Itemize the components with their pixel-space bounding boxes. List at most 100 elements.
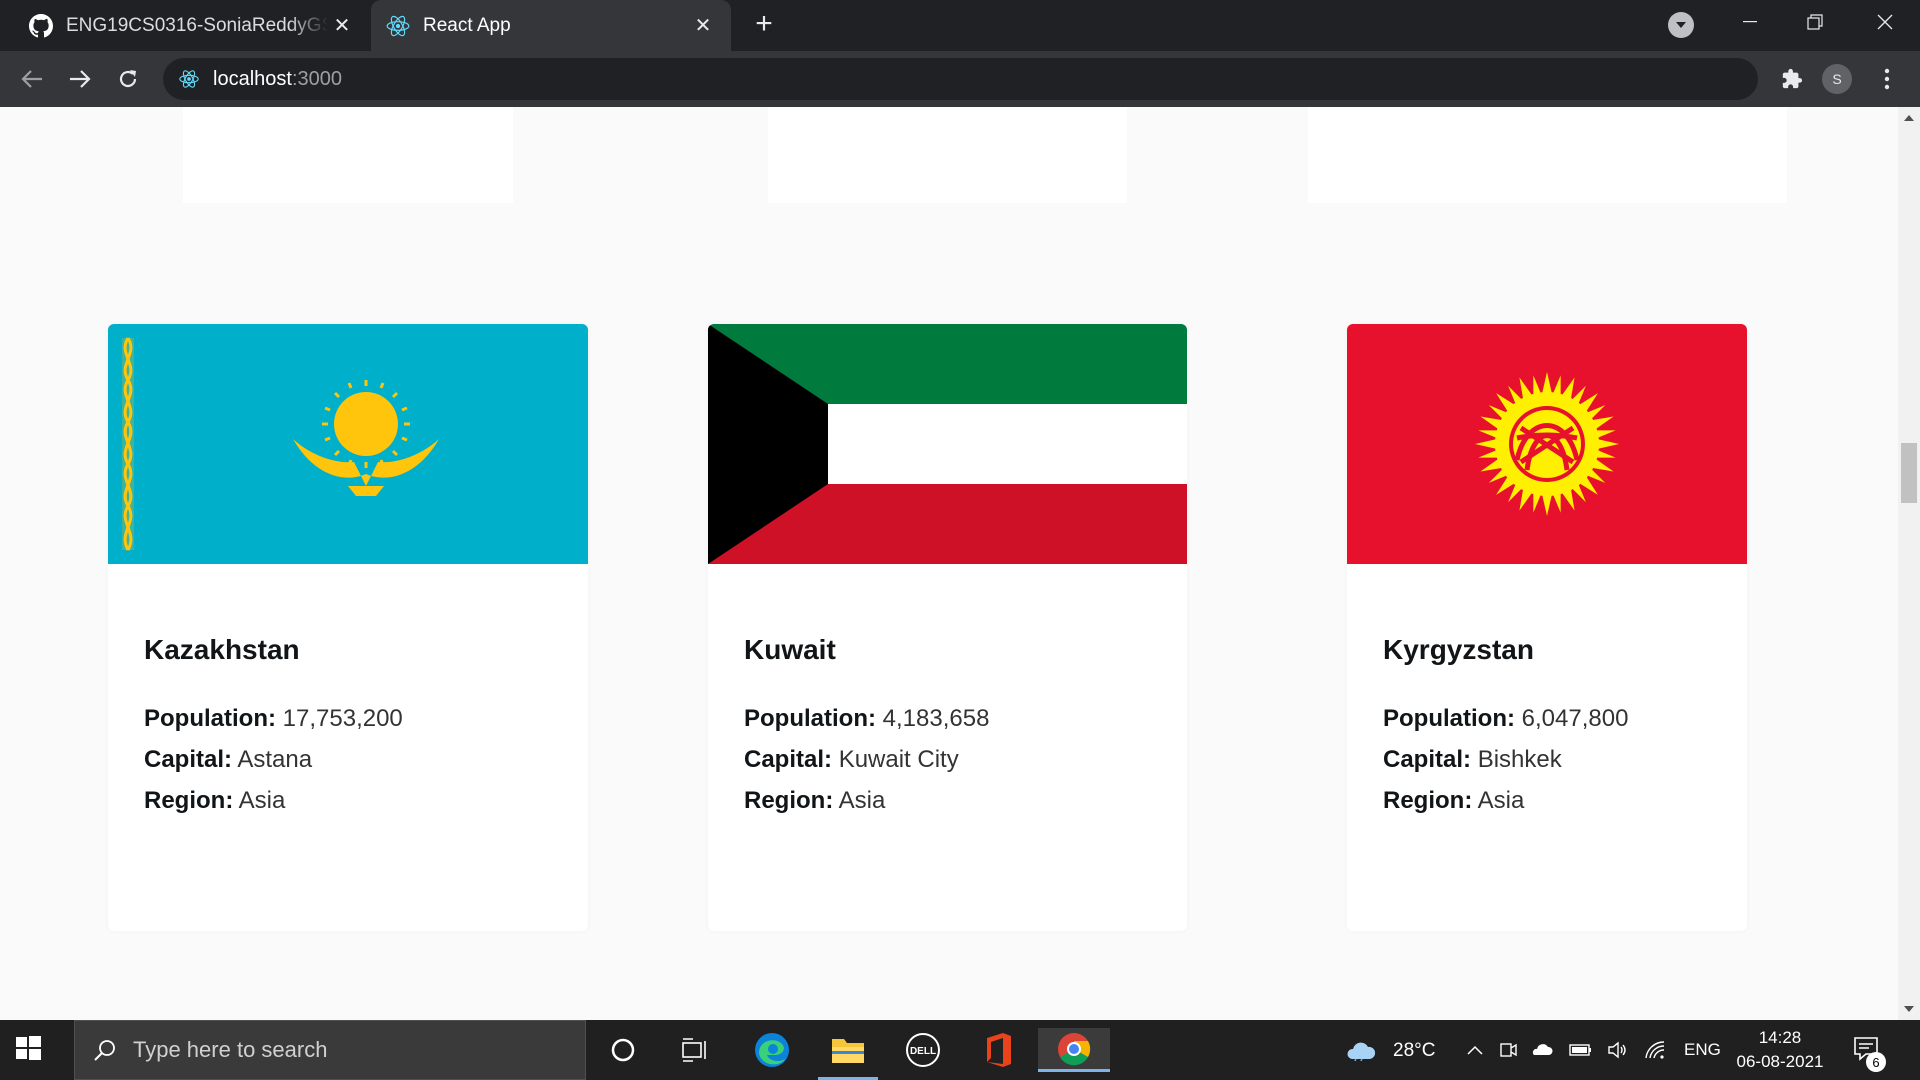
region-row: Region: Asia: [144, 780, 588, 821]
kuwait-flag: [708, 324, 1187, 564]
clock-date: 06-08-2021: [1736, 1052, 1824, 1071]
population-label: Population:: [144, 705, 276, 732]
population-row: Population: 6,047,800: [1383, 698, 1747, 739]
edge-icon: [755, 1033, 789, 1067]
region-value: Asia: [238, 787, 286, 814]
country-name: Kyrgyzstan: [1383, 634, 1534, 665]
close-tab-icon[interactable]: ✕: [328, 12, 356, 40]
weather-button[interactable]: [1340, 1028, 1380, 1072]
region-label: Region:: [144, 787, 234, 814]
meet-now-button[interactable]: [1494, 1028, 1522, 1072]
dell-button[interactable]: DELL: [893, 1028, 953, 1072]
cortana-button[interactable]: [593, 1028, 653, 1072]
extensions-button[interactable]: [1774, 61, 1810, 97]
url-host: localhost: [213, 67, 292, 90]
population-row: Population: 4,183,658: [744, 698, 1187, 739]
country-name: Kuwait: [744, 634, 836, 665]
github-icon: [28, 13, 54, 39]
capital-label: Capital:: [744, 746, 833, 773]
url-port: :3000: [291, 67, 342, 90]
tab-react-app[interactable]: React App ✕: [371, 0, 731, 51]
country-card-kazakhstan[interactable]: Kazakhstan Population: 17,753,200 Capita…: [108, 324, 588, 931]
scroll-down-button[interactable]: [1898, 1000, 1920, 1018]
country-card-partial[interactable]: [768, 107, 1127, 203]
notification-count-badge: 6: [1866, 1052, 1886, 1072]
population-row: Population: 17,753,200: [144, 698, 588, 739]
onedrive-button[interactable]: [1528, 1028, 1556, 1072]
tab-github[interactable]: ENG19CS0316-SoniaReddyGS/fir ✕: [14, 0, 370, 51]
svg-text:DELL: DELL: [910, 1046, 936, 1057]
edge-button[interactable]: [742, 1028, 802, 1072]
battery-button[interactable]: [1566, 1028, 1596, 1072]
cortana-icon: [611, 1038, 635, 1062]
country-card-kuwait[interactable]: Kuwait Population: 4,183,658 Capital: Ku…: [708, 324, 1187, 931]
file-explorer-button[interactable]: [818, 1028, 878, 1072]
start-button[interactable]: [14, 1034, 46, 1066]
forward-button[interactable]: [62, 61, 98, 97]
region-value: Asia: [838, 787, 886, 814]
population-label: Population:: [744, 705, 876, 732]
browser-menu-button[interactable]: [1872, 61, 1902, 97]
country-name: Kazakhstan: [144, 634, 300, 665]
more-vertical-icon: [1884, 68, 1890, 90]
search-placeholder: Type here to search: [133, 1037, 328, 1062]
show-hidden-icons-button[interactable]: [1460, 1028, 1490, 1072]
volume-button[interactable]: [1604, 1028, 1632, 1072]
population-value: 17,753,200: [282, 705, 403, 732]
reload-button[interactable]: [110, 61, 146, 97]
wifi-button[interactable]: [1640, 1028, 1670, 1072]
kazakhstan-flag: [108, 324, 588, 564]
population-value: 4,183,658: [882, 705, 990, 732]
region-label: Region:: [1383, 787, 1473, 814]
back-button[interactable]: [14, 61, 50, 97]
country-card-partial[interactable]: [1308, 107, 1787, 203]
minimize-button[interactable]: [1720, 0, 1780, 44]
region-value: Asia: [1477, 787, 1525, 814]
country-card-kyrgyzstan[interactable]: Kyrgyzstan Population: 6,047,800 Capital…: [1347, 324, 1747, 931]
page-content: Kazakhstan Population: 17,753,200 Capita…: [0, 107, 1898, 1020]
capital-value: Astana: [237, 746, 313, 773]
chevron-down-icon: [1676, 22, 1686, 28]
capital-label: Capital:: [144, 746, 233, 773]
office-button[interactable]: [968, 1028, 1028, 1072]
region-row: Region: Asia: [1383, 780, 1747, 821]
page-scrollbar[interactable]: [1898, 107, 1920, 1020]
chevron-up-icon: [1467, 1045, 1483, 1055]
chrome-button[interactable]: [1038, 1028, 1110, 1072]
kyrgyzstan-flag: [1347, 324, 1747, 564]
population-value: 6,047,800: [1521, 705, 1629, 732]
caret-up-icon: [1904, 115, 1914, 121]
react-icon: [177, 67, 201, 91]
country-card-partial[interactable]: [183, 107, 513, 203]
address-bar[interactable]: localhost:3000: [163, 58, 1758, 100]
region-label: Region:: [744, 787, 834, 814]
office-icon: [987, 1033, 1011, 1067]
weather-temperature[interactable]: 28°C: [1393, 1040, 1435, 1062]
scroll-up-button[interactable]: [1898, 109, 1920, 127]
scroll-thumb[interactable]: [1901, 443, 1917, 503]
tab-search-button[interactable]: [1668, 12, 1694, 38]
taskbar-clock[interactable]: 14:28 06-08-2021: [1730, 1026, 1830, 1074]
capital-row: Capital: Kuwait City: [744, 739, 1187, 780]
caret-down-icon: [1904, 1006, 1914, 1012]
close-tab-icon[interactable]: ✕: [689, 12, 717, 40]
arrow-right-icon: [70, 70, 91, 88]
onedrive-icon: [1532, 1044, 1553, 1055]
chrome-icon: [1058, 1032, 1091, 1065]
task-view-button[interactable]: [665, 1028, 725, 1072]
tab-title: ENG19CS0316-SoniaReddyGS/fir: [66, 14, 328, 36]
capital-value: Bishkek: [1477, 746, 1562, 773]
cloud-icon: [1347, 1042, 1376, 1061]
taskbar-search-box[interactable]: Type here to search: [74, 1020, 586, 1080]
capital-label: Capital:: [1383, 746, 1472, 773]
tab-title: React App: [423, 14, 511, 36]
close-window-button[interactable]: [1855, 0, 1915, 44]
input-language[interactable]: ENG: [1684, 1040, 1721, 1060]
arrow-left-icon: [21, 70, 42, 88]
restore-button[interactable]: [1785, 0, 1845, 44]
new-tab-button[interactable]: +: [748, 9, 780, 41]
region-row: Region: Asia: [744, 780, 1187, 821]
profile-avatar[interactable]: S: [1822, 64, 1852, 94]
close-icon: [1877, 14, 1893, 30]
camera-icon: [1500, 1043, 1517, 1057]
